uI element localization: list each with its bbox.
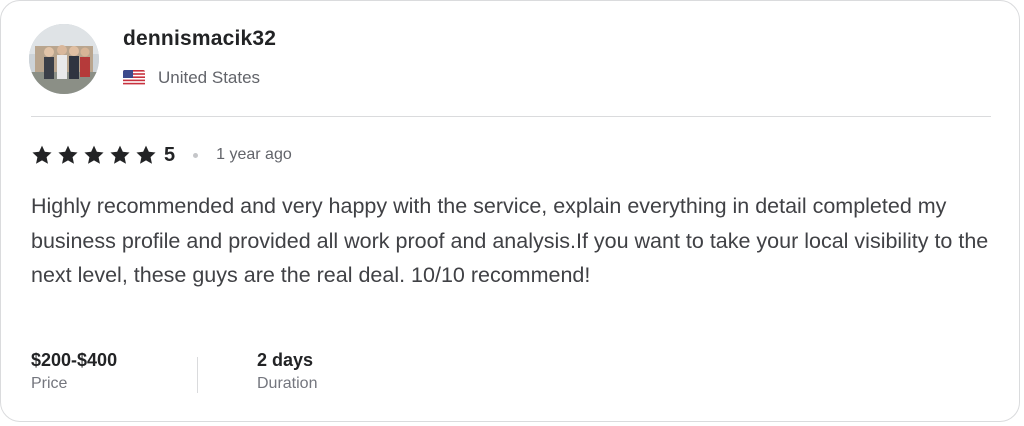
star-rating xyxy=(31,144,161,166)
rating-value: 5 xyxy=(164,143,176,166)
separator-dot xyxy=(193,152,199,158)
review-time: 1 year ago xyxy=(216,146,292,163)
avatar-photo xyxy=(29,24,99,94)
duration-detail: 2 days Duration xyxy=(257,347,317,393)
duration-label: Duration xyxy=(257,375,318,392)
avatar[interactable] xyxy=(29,24,99,94)
header-divider xyxy=(31,116,991,117)
us-flag-icon xyxy=(123,70,145,86)
reviewer-location: United States xyxy=(123,67,260,89)
star-icon xyxy=(110,145,130,164)
review-text: Highly recommended and very happy with t… xyxy=(31,194,989,287)
rating-row: 5 1 year ago xyxy=(31,141,292,169)
price-label: Price xyxy=(31,375,68,392)
price-value: $200-$400 xyxy=(31,350,118,370)
star-icon xyxy=(84,145,104,164)
star-icon xyxy=(136,145,156,164)
price-detail: $200-$400 Price xyxy=(31,347,117,393)
reviewer-username[interactable]: dennismacik32 xyxy=(123,27,276,51)
star-icon xyxy=(32,145,52,164)
detail-divider xyxy=(197,357,198,393)
reviewer-country: United States xyxy=(158,68,261,87)
duration-value: 2 days xyxy=(257,350,314,370)
star-icon xyxy=(58,145,78,164)
review-card: dennismacik32 United States 5 1 year ago… xyxy=(0,0,1020,422)
